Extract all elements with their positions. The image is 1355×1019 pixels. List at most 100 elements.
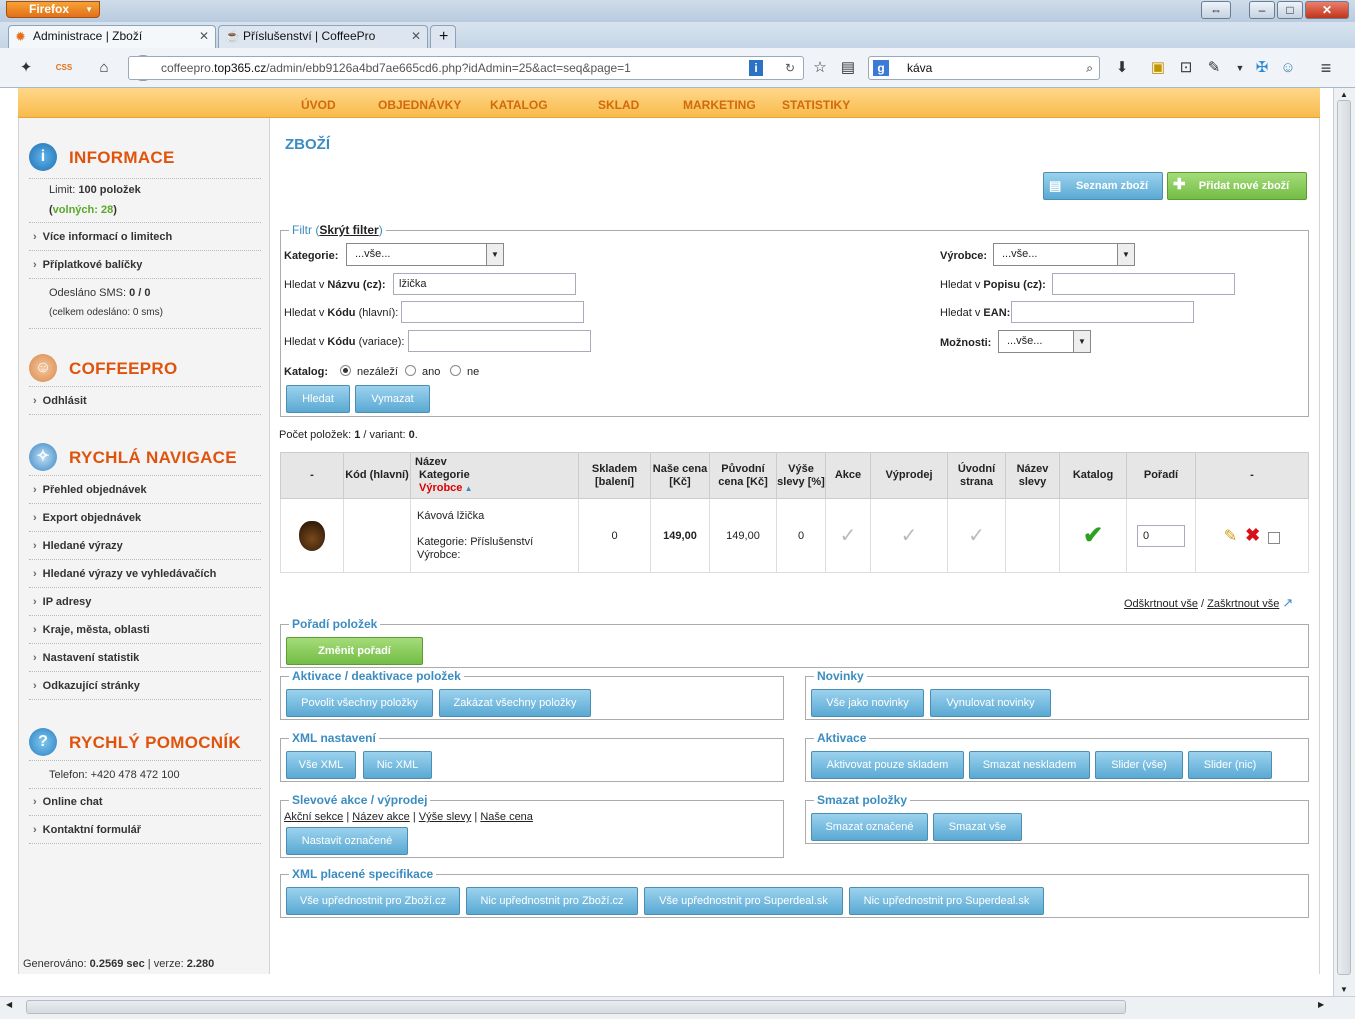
delete-all-button[interactable]: Smazat vše bbox=[933, 813, 1022, 841]
product-list-button[interactable]: ▤ Seznam zboží bbox=[1043, 172, 1163, 200]
ean-input[interactable] bbox=[1011, 301, 1194, 323]
catalog-radio-yes[interactable] bbox=[405, 365, 416, 376]
scroll-right-icon[interactable]: ▶ bbox=[1318, 1000, 1324, 1009]
extension-icon[interactable]: ✠ bbox=[1250, 57, 1274, 79]
slider-none-button[interactable]: Slider (nic) bbox=[1188, 751, 1272, 779]
info-addon-icon[interactable]: i bbox=[749, 60, 763, 76]
search-input[interactable]: g káva ⌕ bbox=[868, 56, 1100, 80]
edit-pencil-icon[interactable]: ✎ bbox=[1224, 528, 1237, 545]
arrow-up-icon[interactable]: ↗ bbox=[1282, 595, 1293, 610]
close-tab-icon[interactable]: ✕ bbox=[199, 26, 209, 47]
sidebar-item-export[interactable]: Export objednávek bbox=[33, 512, 141, 524]
reader-icon[interactable]: ▤ bbox=[836, 57, 860, 79]
variant-code-input[interactable] bbox=[408, 330, 591, 352]
clear-button[interactable]: Vymazat bbox=[355, 385, 430, 413]
sidebar-item-stats-settings[interactable]: Nastavení statistik bbox=[33, 652, 140, 664]
catalog-radio-any[interactable] bbox=[340, 365, 351, 376]
sidebar-item-orders[interactable]: Přehled objednávek bbox=[33, 484, 147, 496]
addon-icon[interactable]: ▣ bbox=[1146, 57, 1170, 79]
bookmark-star-icon[interactable]: ✦ bbox=[14, 57, 38, 79]
menu-statistiky[interactable]: STATISTIKY bbox=[782, 98, 850, 112]
firefox-menu-button[interactable]: Firefox ▼ bbox=[6, 1, 100, 18]
sidebar-item-limits[interactable]: Více informací o limitech bbox=[33, 231, 173, 243]
superdeal-none-button[interactable]: Nic upřednostnit pro Superdeal.sk bbox=[849, 887, 1044, 915]
css-addon-icon[interactable]: CSS bbox=[52, 57, 76, 79]
order-input[interactable]: 0 bbox=[1137, 524, 1185, 547]
category-select[interactable]: ...vše... bbox=[346, 243, 504, 266]
all-xml-button[interactable]: Vše XML bbox=[286, 751, 356, 779]
home-icon[interactable]: ⌂ bbox=[92, 57, 116, 79]
minimize-window-icon[interactable]: – bbox=[1249, 1, 1275, 19]
product-thumbnail[interactable] bbox=[280, 498, 344, 573]
horizontal-scrollbar[interactable]: ◀ ▶ bbox=[0, 996, 1355, 1019]
clearance-check-icon[interactable]: ✓ bbox=[870, 498, 948, 573]
all-news-button[interactable]: Vše jako novinky bbox=[811, 689, 924, 717]
sidebar-item-ip[interactable]: IP adresy bbox=[33, 596, 92, 608]
menu-uvod[interactable]: ÚVOD bbox=[301, 98, 336, 112]
star-bookmark-icon[interactable]: ☆ bbox=[808, 57, 832, 79]
screenshot-icon[interactable]: ⊡ bbox=[1174, 57, 1198, 79]
reset-news-button[interactable]: Vynulovat novinky bbox=[930, 689, 1051, 717]
delete-x-icon[interactable]: ✖ bbox=[1245, 525, 1260, 545]
people-icon[interactable]: ☺ bbox=[1276, 57, 1300, 79]
set-selected-button[interactable]: Nastavit označené bbox=[286, 827, 408, 855]
sidebar-item-searched[interactable]: Hledané výrazy bbox=[33, 540, 123, 552]
menu-objednavky[interactable]: OBJEDNÁVKY bbox=[378, 98, 461, 112]
new-tab-button[interactable]: + bbox=[430, 25, 456, 48]
link-sale-name[interactable]: Název akce bbox=[352, 811, 409, 823]
allow-all-button[interactable]: Povolit všechny položky bbox=[286, 689, 433, 717]
horizontal-scroll-thumb[interactable] bbox=[26, 1000, 1126, 1014]
search-button[interactable]: Hledat bbox=[286, 385, 350, 413]
description-input[interactable] bbox=[1052, 273, 1235, 295]
vertical-scroll-thumb[interactable] bbox=[1337, 100, 1351, 975]
add-product-button[interactable]: ✚ Přidat nové zboží bbox=[1167, 172, 1307, 200]
no-xml-button[interactable]: Nic XML bbox=[363, 751, 432, 779]
sidebar-item-packages[interactable]: Příplatkové balíčky bbox=[33, 259, 143, 271]
activate-stock-button[interactable]: Aktivovat pouze skladem bbox=[811, 751, 964, 779]
menu-katalog[interactable]: KATALOG bbox=[490, 98, 548, 112]
search-icon[interactable]: ⌕ bbox=[1086, 57, 1093, 79]
catalog-check-icon[interactable]: ✔ bbox=[1059, 498, 1127, 573]
restore-window-icon[interactable]: ⇔ bbox=[1201, 1, 1231, 19]
name-input[interactable]: lžička bbox=[393, 273, 576, 295]
scroll-up-icon[interactable]: ▲ bbox=[1340, 90, 1348, 99]
menu-sklad[interactable]: SKLAD bbox=[598, 98, 639, 112]
menu-marketing[interactable]: MARKETING bbox=[683, 98, 756, 112]
row-checkbox[interactable] bbox=[1268, 532, 1281, 545]
zbozi-all-button[interactable]: Vše upřednostnit pro Zboží.cz bbox=[286, 887, 460, 915]
deny-all-button[interactable]: Zakázat všechny položky bbox=[439, 689, 591, 717]
hide-filter-link[interactable]: Skrýt filter bbox=[319, 223, 378, 237]
check-all-link[interactable]: Zaškrtnout vše bbox=[1207, 598, 1279, 610]
uncheck-all-link[interactable]: Odškrtnout vše bbox=[1124, 598, 1198, 610]
maximize-window-icon[interactable]: □ bbox=[1277, 1, 1303, 19]
product-name[interactable]: Kávová lžička bbox=[417, 510, 484, 522]
reload-icon[interactable]: ↻ bbox=[785, 57, 795, 79]
superdeal-all-button[interactable]: Vše upřednostnit pro Superdeal.sk bbox=[644, 887, 843, 915]
sale-check-icon[interactable]: ✓ bbox=[825, 498, 871, 573]
link-discount[interactable]: Výše slevy bbox=[419, 811, 472, 823]
vertical-scrollbar[interactable]: ▲ ▼ bbox=[1333, 88, 1355, 996]
url-bar[interactable]: coffeepro.top365.cz/admin/ebb9126a4bd7ae… bbox=[128, 56, 804, 80]
sidebar-item-referrers[interactable]: Odkazující stránky bbox=[33, 680, 140, 692]
delete-selected-button[interactable]: Smazat označené bbox=[811, 813, 928, 841]
link-our-price[interactable]: Naše cena bbox=[480, 811, 533, 823]
zbozi-none-button[interactable]: Nic upřednostnit pro Zboží.cz bbox=[466, 887, 638, 915]
sidebar-item-regions[interactable]: Kraje, města, oblasti bbox=[33, 624, 150, 636]
tab-administrace[interactable]: ✹ Administrace | Zboží ✕ bbox=[8, 25, 216, 48]
close-window-icon[interactable]: ✕ bbox=[1305, 1, 1349, 19]
tab-prislusenstvi[interactable]: ☕ Příslušenství | CoffeePro ✕ bbox=[218, 25, 428, 48]
maker-select[interactable]: ...vše... bbox=[993, 243, 1135, 266]
sidebar-item-logout[interactable]: Odhlásit bbox=[33, 395, 87, 407]
close-tab-icon[interactable]: ✕ bbox=[411, 26, 421, 47]
hamburger-menu-icon[interactable]: ≡ bbox=[1314, 57, 1338, 79]
scroll-left-icon[interactable]: ◀ bbox=[6, 1000, 12, 1009]
link-sale-section[interactable]: Akční sekce bbox=[284, 811, 343, 823]
dropdown-arrow-icon[interactable]: ▼ bbox=[1228, 57, 1252, 79]
homepage-check-icon[interactable]: ✓ bbox=[947, 498, 1006, 573]
delete-nostock-button[interactable]: Smazat neskladem bbox=[969, 751, 1090, 779]
scroll-down-icon[interactable]: ▼ bbox=[1340, 985, 1348, 994]
catalog-radio-no[interactable] bbox=[450, 365, 461, 376]
change-order-button[interactable]: Změnit pořadí bbox=[286, 637, 423, 665]
download-icon[interactable]: ⬇ bbox=[1110, 57, 1134, 79]
slider-all-button[interactable]: Slider (vše) bbox=[1095, 751, 1183, 779]
